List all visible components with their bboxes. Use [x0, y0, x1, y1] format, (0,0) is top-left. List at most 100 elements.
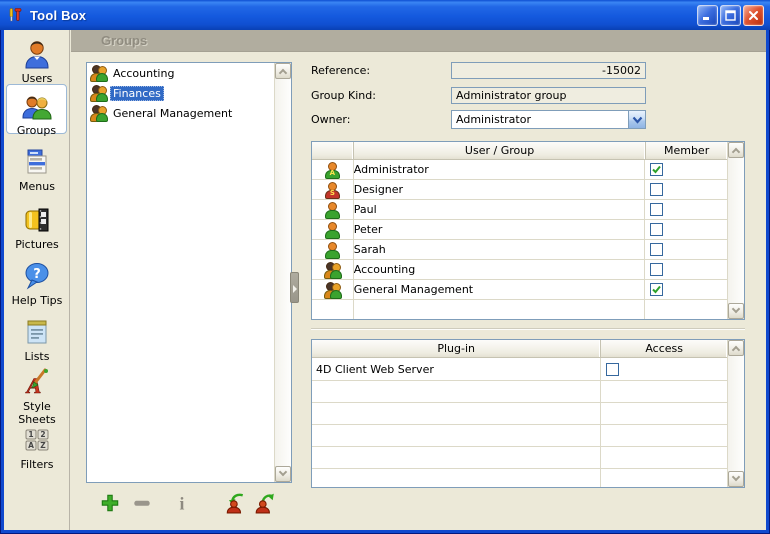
group-list-scrollbar[interactable] — [274, 63, 291, 482]
sidebar-item-label: Menus — [4, 180, 70, 193]
scroll-up-button[interactable] — [728, 142, 744, 158]
sidebar-item-label: Style Sheets — [4, 400, 70, 426]
reference-field[interactable]: -15002 — [451, 62, 646, 79]
user-name: Paul — [354, 200, 646, 219]
user-group-column-header[interactable]: User / Group — [354, 142, 646, 159]
owner-selected-value: Administrator — [452, 113, 628, 126]
group-icon — [90, 105, 106, 121]
sidebar-item-label: Pictures — [4, 238, 70, 251]
group-info-button[interactable]: i — [171, 492, 193, 514]
scroll-up-button[interactable] — [275, 63, 291, 79]
scroll-down-button[interactable] — [728, 471, 744, 487]
svg-text:?: ? — [33, 267, 41, 282]
owner-select[interactable]: Administrator — [451, 110, 646, 129]
scrollbar-track[interactable] — [728, 356, 744, 471]
close-button[interactable] — [743, 5, 764, 26]
icon-column-header[interactable] — [312, 142, 354, 159]
scroll-down-button[interactable] — [728, 303, 744, 319]
scrollbar-track[interactable] — [728, 158, 744, 303]
sidebar-item-pictures[interactable]: Pictures — [4, 204, 70, 251]
users-icon — [21, 38, 53, 70]
group-icon — [324, 262, 340, 278]
scroll-down-button[interactable] — [275, 466, 291, 482]
group-list: Accounting Finances General Management — [86, 62, 292, 483]
table-empty-row — [312, 403, 727, 425]
member-checkbox[interactable] — [650, 183, 663, 196]
sidebar-item-help-tips[interactable]: ? Help Tips — [4, 260, 70, 307]
access-column-header[interactable]: Access — [601, 340, 727, 357]
sidebar-item-style-sheets[interactable]: A Style Sheets — [4, 366, 70, 426]
table-row[interactable]: Paul — [312, 200, 727, 220]
export-user-button[interactable] — [254, 492, 276, 514]
sidebar-item-menus[interactable]: Menus — [4, 146, 70, 193]
member-column-header[interactable]: Member — [646, 142, 727, 159]
table-row[interactable]: Accounting — [312, 260, 727, 280]
member-checkbox[interactable] — [650, 163, 663, 176]
sidebar: Users Groups — [4, 30, 70, 530]
chevron-up-icon — [732, 346, 740, 354]
sidebar-item-filters[interactable]: 1 2 A Z Filters — [4, 424, 70, 471]
plugins-table-header: Plug-in Access — [312, 340, 727, 358]
add-group-button[interactable] — [99, 492, 121, 514]
list-item[interactable]: Accounting — [87, 63, 274, 83]
member-checkbox[interactable] — [650, 223, 663, 236]
horizontal-splitter[interactable] — [311, 328, 745, 330]
user-name: Peter — [354, 220, 646, 239]
pictures-icon — [21, 204, 53, 236]
svg-text:A: A — [28, 441, 34, 450]
list-item[interactable]: Finances — [87, 83, 274, 103]
table-row[interactable]: Sarah — [312, 240, 727, 260]
list-item[interactable]: General Management — [87, 103, 274, 123]
scroll-up-button[interactable] — [728, 340, 744, 356]
maximize-button[interactable] — [720, 5, 741, 26]
member-checkbox[interactable] — [650, 243, 663, 256]
chevron-down-icon — [732, 305, 740, 313]
sidebar-item-lists[interactable]: Lists — [4, 316, 70, 363]
toolbox-icon — [7, 7, 24, 24]
group-kind-field[interactable]: Administrator group — [451, 87, 646, 104]
users-table-header: User / Group Member — [312, 142, 727, 160]
minimize-button[interactable] — [697, 5, 718, 26]
table-empty-row — [312, 300, 727, 319]
plugin-name: 4D Client Web Server — [312, 358, 601, 380]
plugins-table: Plug-in Access 4D Client Web Server — [311, 339, 745, 488]
scrollbar-track[interactable] — [275, 79, 291, 466]
delete-group-button[interactable] — [131, 492, 153, 514]
table-row[interactable]: 4D Client Web Server — [312, 358, 727, 381]
dropdown-button[interactable] — [628, 111, 645, 128]
member-checkbox[interactable] — [650, 203, 663, 216]
sidebar-item-label: Help Tips — [4, 294, 70, 307]
user-icon — [324, 242, 340, 258]
plugins-table-scrollbar[interactable] — [727, 340, 744, 487]
table-row[interactable]: A Administrator — [312, 160, 727, 180]
table-row[interactable]: General Management — [312, 280, 727, 300]
page-title: Groups — [101, 33, 147, 48]
svg-text:Z: Z — [40, 441, 46, 450]
users-table-scrollbar[interactable] — [727, 142, 744, 319]
filters-icon: 1 2 A Z — [21, 424, 53, 456]
chevron-up-icon — [279, 69, 287, 77]
panel-header: Groups — [71, 30, 766, 52]
list-item-label: Finances — [110, 86, 164, 101]
user-icon — [324, 202, 340, 218]
style-sheets-icon: A — [21, 366, 53, 398]
svg-text:i: i — [180, 494, 185, 514]
user-admin-icon: A — [324, 162, 340, 178]
sidebar-item-groups[interactable]: Groups — [6, 84, 67, 134]
group-list-toolbar: i — [86, 492, 346, 516]
plugin-column-header[interactable]: Plug-in — [312, 340, 601, 357]
table-row[interactable]: S Designer — [312, 180, 727, 200]
member-checkbox[interactable] — [650, 283, 663, 296]
window-title: Tool Box — [30, 8, 86, 23]
user-name: General Management — [354, 280, 646, 299]
table-row[interactable]: Peter — [312, 220, 727, 240]
member-checkbox[interactable] — [650, 263, 663, 276]
chevron-down-icon — [732, 473, 740, 481]
access-checkbox[interactable] — [606, 363, 619, 376]
panel-splitter[interactable] — [290, 272, 299, 303]
sidebar-item-users[interactable]: Users — [4, 38, 70, 85]
chevron-down-icon — [632, 116, 643, 124]
chevron-up-icon — [732, 148, 740, 156]
title-bar[interactable]: Tool Box — [0, 0, 770, 30]
import-user-button[interactable] — [224, 492, 246, 514]
